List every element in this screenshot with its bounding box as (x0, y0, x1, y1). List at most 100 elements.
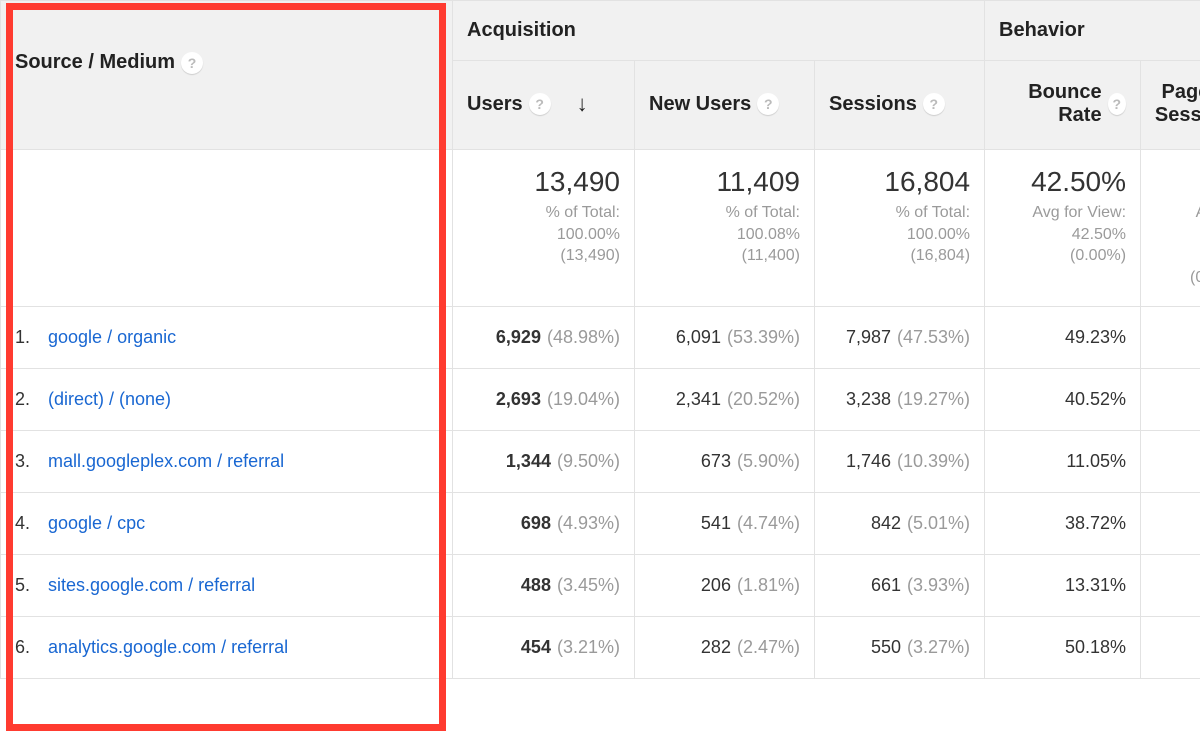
total-bounce-rate: 42.50% Avg for View:42.50%(0.00%) (985, 150, 1141, 307)
row-index: 2. (15, 389, 43, 410)
cell-users: 2,693 (19.04%) (453, 369, 635, 431)
help-icon[interactable]: ? (181, 52, 203, 74)
pct: (4.93%) (557, 513, 620, 533)
sort-desc-icon: ↓ (577, 91, 588, 117)
value: 6,091 (676, 327, 721, 347)
dimension-cell: 6. analytics.google.com / referral (1, 617, 453, 679)
cell-new-users: 2,341 (20.52%) (635, 369, 815, 431)
value: 2,693 (496, 389, 541, 409)
row-index: 4. (15, 513, 43, 534)
cell-bounce: 13.31% (985, 555, 1141, 617)
value: 842 (871, 513, 901, 533)
totals-empty (1, 150, 453, 307)
source-medium-link[interactable]: google / cpc (48, 513, 145, 533)
dimension-cell: 4. google / cpc (1, 493, 453, 555)
table-row: 1. google / organic 6,929(48.98%) 6,091 (… (1, 307, 1200, 369)
table-row: 3. mall.googleplex.com / referral 1,344(… (1, 431, 1200, 493)
cell-bounce: 38.72% (985, 493, 1141, 555)
cell-sessions: 3,238 (19.27%) (815, 369, 985, 431)
value: 673 (701, 451, 731, 471)
source-medium-link[interactable]: (direct) / (none) (48, 389, 171, 409)
cell-users: 6,929(48.98%) (453, 307, 635, 369)
total-pages-per-session: 4.0 Avg for View:4.0(0.00%) (1141, 150, 1200, 307)
total-value: 13,490 (467, 166, 620, 198)
table-row: 2. (direct) / (none) 2,693 (19.04%) 2,341… (1, 369, 1200, 431)
row-index: 5. (15, 575, 43, 596)
cell-new-users: 206 (1.81%) (635, 555, 815, 617)
pct: (3.27%) (907, 637, 970, 657)
total-sessions: 16,804 % of Total:100.00%(16,804) (815, 150, 985, 307)
value: 206 (701, 575, 731, 595)
total-value: 42.50% (999, 166, 1126, 198)
cell-new-users: 673 (5.90%) (635, 431, 815, 493)
pct: (19.04%) (547, 389, 620, 409)
group-acquisition: Acquisition (453, 1, 985, 61)
total-sub: Avg for View:4.0(0.00%) (1155, 202, 1200, 288)
pct: (19.27%) (897, 389, 970, 409)
dimension-cell: 1. google / organic (1, 307, 453, 369)
value: 550 (871, 637, 901, 657)
pct: (9.50%) (557, 451, 620, 471)
dimension-label: Source / Medium (15, 51, 175, 74)
cell-bounce: 40.52% (985, 369, 1141, 431)
help-icon[interactable]: ? (529, 93, 551, 115)
col-bounce-rate[interactable]: Bounce Rate ? (985, 61, 1141, 150)
table-row: 5. sites.google.com / referral 488(3.45%… (1, 555, 1200, 617)
help-icon[interactable]: ? (1108, 93, 1126, 115)
row-index: 3. (15, 451, 43, 472)
cell-pps: 6 (1141, 555, 1200, 617)
pct: (3.21%) (557, 637, 620, 657)
total-sub: Avg for View:42.50%(0.00%) (999, 202, 1126, 267)
total-sub: % of Total:100.08%(11,400) (649, 202, 800, 267)
value: 40.52% (1065, 389, 1126, 409)
pct: (10.39%) (897, 451, 970, 471)
value: 488 (521, 575, 551, 595)
cell-pps: 8 (1141, 431, 1200, 493)
col-bounce-label: Bounce Rate (999, 81, 1102, 127)
value: 6,929 (496, 327, 541, 347)
source-medium-link[interactable]: sites.google.com / referral (48, 575, 255, 595)
total-new-users: 11,409 % of Total:100.08%(11,400) (635, 150, 815, 307)
col-users[interactable]: Users ? ↓ (453, 61, 635, 150)
col-pages-per-session[interactable]: Pages / Session ? (1141, 61, 1200, 150)
total-sub: % of Total:100.00%(13,490) (467, 202, 620, 267)
pct: (1.81%) (737, 575, 800, 595)
help-icon[interactable]: ? (923, 93, 945, 115)
pct: (20.52%) (727, 389, 800, 409)
cell-bounce: 11.05% (985, 431, 1141, 493)
value: 3,238 (846, 389, 891, 409)
cell-new-users: 282 (2.47%) (635, 617, 815, 679)
analytics-table: Source / Medium ? Acquisition Behavior U… (0, 0, 1200, 679)
pct: (53.39%) (727, 327, 800, 347)
cell-users: 488(3.45%) (453, 555, 635, 617)
dimension-header[interactable]: Source / Medium ? (1, 1, 453, 150)
cell-users: 698 (4.93%) (453, 493, 635, 555)
source-medium-link[interactable]: mall.googleplex.com / referral (48, 451, 284, 471)
help-icon[interactable]: ? (757, 93, 779, 115)
total-value: 16,804 (829, 166, 970, 198)
cell-pps: 4 (1141, 369, 1200, 431)
col-sessions-label: Sessions (829, 93, 917, 116)
pct: (4.74%) (737, 513, 800, 533)
cell-sessions: 842(5.01%) (815, 493, 985, 555)
col-sessions[interactable]: Sessions ? (815, 61, 985, 150)
value: 661 (871, 575, 901, 595)
table-row: 4. google / cpc 698(4.93%) 541(4.74%) 84… (1, 493, 1200, 555)
value: 282 (701, 637, 731, 657)
cell-pps: 4 (1141, 493, 1200, 555)
value: 50.18% (1065, 637, 1126, 657)
pct: (5.90%) (737, 451, 800, 471)
pct: (47.53%) (897, 327, 970, 347)
col-new-users[interactable]: New Users ? (635, 61, 815, 150)
value: 38.72% (1065, 513, 1126, 533)
source-medium-link[interactable]: analytics.google.com / referral (48, 637, 288, 657)
cell-bounce: 49.23% (985, 307, 1141, 369)
value: 2,341 (676, 389, 721, 409)
value: 698 (521, 513, 551, 533)
cell-sessions: 1,746(10.39%) (815, 431, 985, 493)
cell-sessions: 7,987(47.53%) (815, 307, 985, 369)
pct: (2.47%) (737, 637, 800, 657)
cell-pps: 4 (1141, 307, 1200, 369)
col-pps-label: Pages / Session (1155, 81, 1200, 127)
source-medium-link[interactable]: google / organic (48, 327, 176, 347)
